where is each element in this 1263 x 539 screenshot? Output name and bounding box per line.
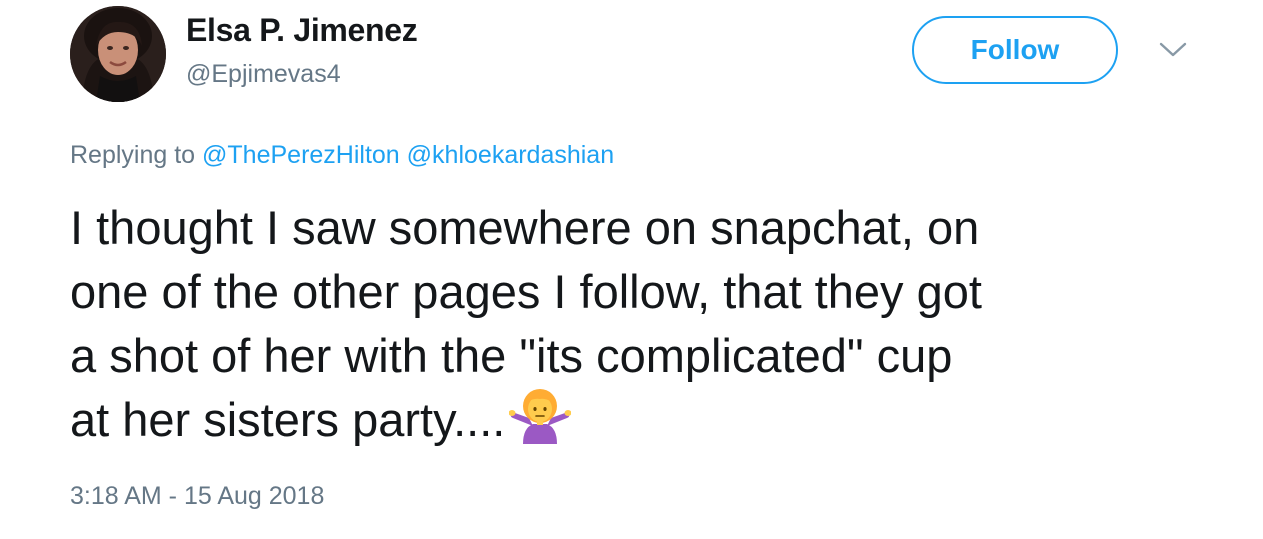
tweet-line: I thought I saw somewhere on snapchat, o… xyxy=(70,201,980,254)
avatar[interactable] xyxy=(70,6,166,102)
replying-to-label: Replying to xyxy=(70,141,196,169)
mention-link[interactable]: @khloekardashian xyxy=(407,141,614,169)
tweet-timestamp[interactable]: 3:18 AM - 15 Aug 2018 xyxy=(70,482,324,511)
tweet-text: I thought I saw somewhere on snapchat, o… xyxy=(70,196,1190,462)
mention-link[interactable]: @ThePerezHilton xyxy=(202,141,400,169)
follow-button[interactable]: Follow xyxy=(912,16,1118,84)
more-options[interactable] xyxy=(1158,40,1188,60)
tweet-line-last: at her sisters party.... xyxy=(70,388,1190,462)
replying-to: Replying to @ThePerezHilton @khloekardas… xyxy=(70,141,614,170)
profile-photo-icon xyxy=(70,6,166,102)
user-handle[interactable]: @Epjimevas4 xyxy=(186,60,341,89)
person-shrugging-icon xyxy=(508,388,572,462)
tweet-line: a shot of her with the "its complicated"… xyxy=(70,329,953,382)
chevron-down-icon xyxy=(1159,42,1187,57)
tweet-line-text: at her sisters party.... xyxy=(70,393,506,446)
tweet-line: one of the other pages I follow, that th… xyxy=(70,265,982,318)
display-name[interactable]: Elsa P. Jimenez xyxy=(186,12,418,49)
